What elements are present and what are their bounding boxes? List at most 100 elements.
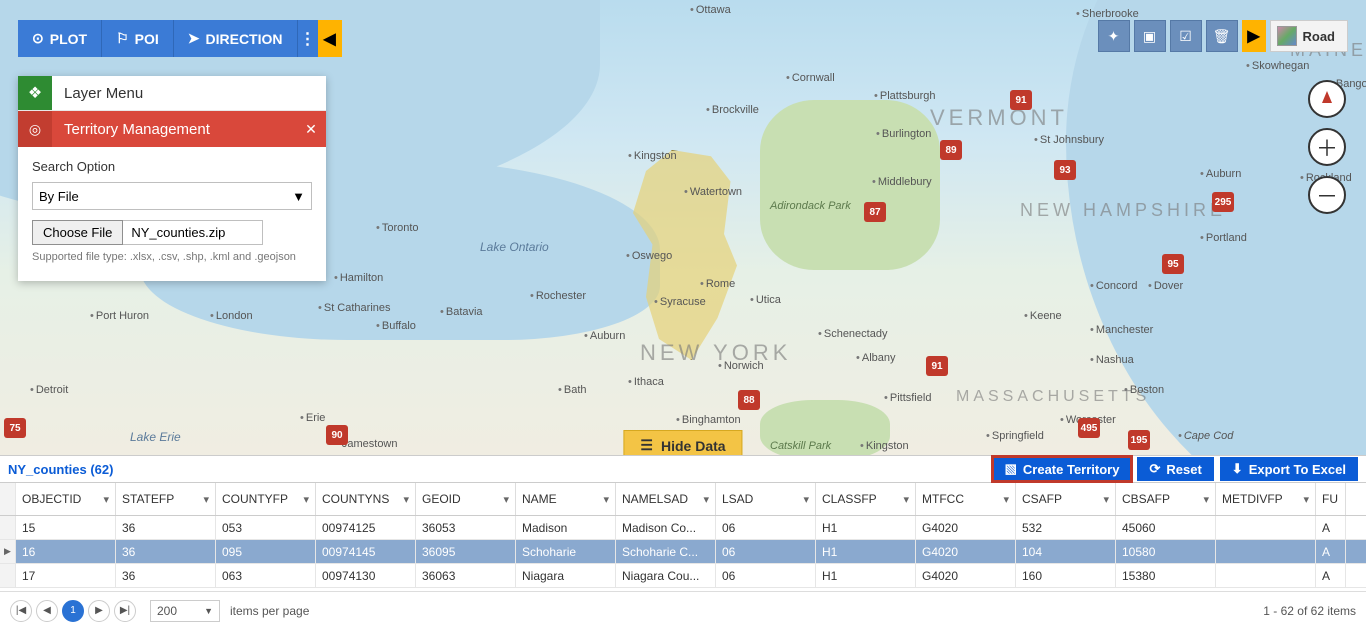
filter-icon[interactable]: ▾ — [203, 493, 209, 506]
city-label: Toronto — [376, 222, 419, 234]
col-header[interactable]: MTFCC▾ — [916, 483, 1016, 515]
poi-button[interactable]: ⚐POI — [102, 20, 174, 57]
col-header[interactable]: METDIVFP▾ — [1216, 483, 1316, 515]
col-header[interactable]: OBJECTID▾ — [16, 483, 116, 515]
choose-file-button[interactable]: Choose File — [32, 220, 123, 245]
filter-icon[interactable]: ▾ — [1303, 493, 1309, 506]
toolbar-expand-button[interactable]: ▶ — [1242, 20, 1266, 52]
cell-countyns: 00974125 — [316, 516, 416, 539]
cell-countyns: 00974130 — [316, 564, 416, 587]
state-label-vt: VERMONT — [930, 105, 1068, 131]
zoom-out-button[interactable]: － — [1308, 176, 1346, 214]
pin-icon: ⊙ — [32, 30, 44, 47]
city-label: Kingston — [860, 440, 909, 452]
city-label: Brockville — [706, 104, 759, 116]
filter-icon[interactable]: ▾ — [903, 493, 909, 506]
box-select-button[interactable]: ▣ — [1134, 20, 1166, 52]
city-label: Ithaca — [628, 376, 664, 388]
table-row[interactable]: 15360530097412536053MadisonMadison Co...… — [0, 516, 1366, 540]
pager-page-current[interactable]: 1 — [62, 600, 84, 622]
col-header[interactable]: GEOID▾ — [416, 483, 516, 515]
cell-statefp: 36 — [116, 564, 216, 587]
city-label: Sherbrooke — [1076, 8, 1139, 20]
col-header[interactable]: COUNTYNS▾ — [316, 483, 416, 515]
city-label: Watertown — [684, 186, 742, 198]
highway-shield: 91 — [1010, 90, 1032, 110]
cell-metdivfp — [1216, 540, 1316, 563]
compass-button[interactable] — [1308, 80, 1346, 118]
city-label: Hamilton — [334, 272, 383, 284]
col-header[interactable]: STATEFP▾ — [116, 483, 216, 515]
basemap-label: Road — [1303, 29, 1336, 44]
direction-button[interactable]: ➤DIRECTION — [174, 20, 298, 57]
page-size-select[interactable]: 200 ▼ — [150, 600, 220, 622]
file-name-field[interactable]: NY_counties.zip — [123, 220, 263, 245]
city-label: Ottawa — [690, 4, 731, 16]
export-excel-button[interactable]: ⬇Export To Excel — [1220, 457, 1358, 481]
plot-button[interactable]: ⊙PLOT — [18, 20, 102, 57]
basemap-dropdown[interactable]: Road — [1270, 20, 1349, 52]
col-header[interactable]: FU — [1316, 483, 1346, 515]
pager-last[interactable]: ▶| — [114, 600, 136, 622]
filter-icon[interactable]: ▾ — [503, 493, 509, 506]
export-icon: ⬇ — [1232, 461, 1243, 477]
filter-icon[interactable]: ▾ — [103, 493, 109, 506]
filter-icon[interactable]: ▾ — [1003, 493, 1009, 506]
map-zoom-controls: ＋ － — [1308, 80, 1346, 214]
filter-icon[interactable]: ▾ — [403, 493, 409, 506]
city-label: Rome — [700, 278, 735, 290]
search-mode-select[interactable]: By File ▼ — [32, 182, 312, 210]
filter-icon[interactable]: ▾ — [1203, 493, 1209, 506]
layer-menu-header[interactable]: ❖ Layer Menu — [18, 76, 326, 111]
layer-menu-title: Layer Menu — [52, 85, 155, 102]
table-row[interactable]: ▶16360950097414536095SchoharieSchoharie … — [0, 540, 1366, 564]
delete-button[interactable]: 🗑 — [1206, 20, 1238, 52]
reset-button[interactable]: ⟳Reset — [1137, 457, 1213, 481]
row-handle[interactable] — [0, 564, 16, 587]
pager-next[interactable]: ▶ — [88, 600, 110, 622]
map-tools-toolbar: ✦ ▣ ☑ 🗑 ▶ Road — [1094, 20, 1349, 52]
row-handle[interactable]: ▶ — [0, 540, 16, 563]
filter-icon[interactable]: ▾ — [603, 493, 609, 506]
col-header[interactable]: CSAFP▾ — [1016, 483, 1116, 515]
col-header[interactable]: NAME▾ — [516, 483, 616, 515]
cell-fu: A — [1316, 564, 1346, 587]
city-label: Schenectady — [818, 328, 887, 340]
highway-shield: 495 — [1078, 418, 1100, 438]
col-header[interactable]: NAMELSAD▾ — [616, 483, 716, 515]
row-selector-header[interactable] — [0, 483, 16, 515]
city-label: Middlebury — [872, 176, 932, 188]
col-header[interactable]: COUNTYFP▾ — [216, 483, 316, 515]
cell-fu: A — [1316, 516, 1346, 539]
toolbar-more-button[interactable]: ⋮ — [298, 20, 318, 57]
filter-icon[interactable]: ▾ — [303, 493, 309, 506]
col-header[interactable]: LSAD▾ — [716, 483, 816, 515]
zoom-in-button[interactable]: ＋ — [1308, 128, 1346, 166]
toolbar-collapse-button[interactable]: ◀ — [318, 20, 342, 57]
filter-icon[interactable]: ▾ — [1103, 493, 1109, 506]
city-label: Detroit — [30, 384, 68, 396]
highway-shield: 88 — [738, 390, 760, 410]
highway-shield: 91 — [926, 356, 948, 376]
cell-lsad: 06 — [716, 516, 816, 539]
close-icon[interactable]: ✕ — [296, 121, 326, 138]
city-label: Kingston — [628, 150, 677, 162]
col-header[interactable]: CBSAFP▾ — [1116, 483, 1216, 515]
city-label: Utica — [750, 294, 781, 306]
pager-prev[interactable]: ◀ — [36, 600, 58, 622]
table-row[interactable]: 17360630097413036063NiagaraNiagara Cou..… — [0, 564, 1366, 588]
cell-countyfp: 063 — [216, 564, 316, 587]
grid-title: NY_counties (62) — [8, 462, 113, 477]
pager-summary: 1 - 62 of 62 items — [1263, 604, 1356, 618]
file-row: Choose File NY_counties.zip — [32, 220, 312, 245]
select-tool-button[interactable]: ✦ — [1098, 20, 1130, 52]
row-handle[interactable] — [0, 516, 16, 539]
check-select-button[interactable]: ☑ — [1170, 20, 1202, 52]
col-header[interactable]: CLASSFP▾ — [816, 483, 916, 515]
create-territory-button[interactable]: ▧Create Territory — [993, 457, 1132, 481]
pager-first[interactable]: |◀ — [10, 600, 32, 622]
filter-icon[interactable]: ▾ — [703, 493, 709, 506]
grid-header: OBJECTID▾ STATEFP▾ COUNTYFP▾ COUNTYNS▾ G… — [0, 482, 1366, 516]
filter-icon[interactable]: ▾ — [803, 493, 809, 506]
chevron-down-icon: ▼ — [292, 189, 305, 204]
